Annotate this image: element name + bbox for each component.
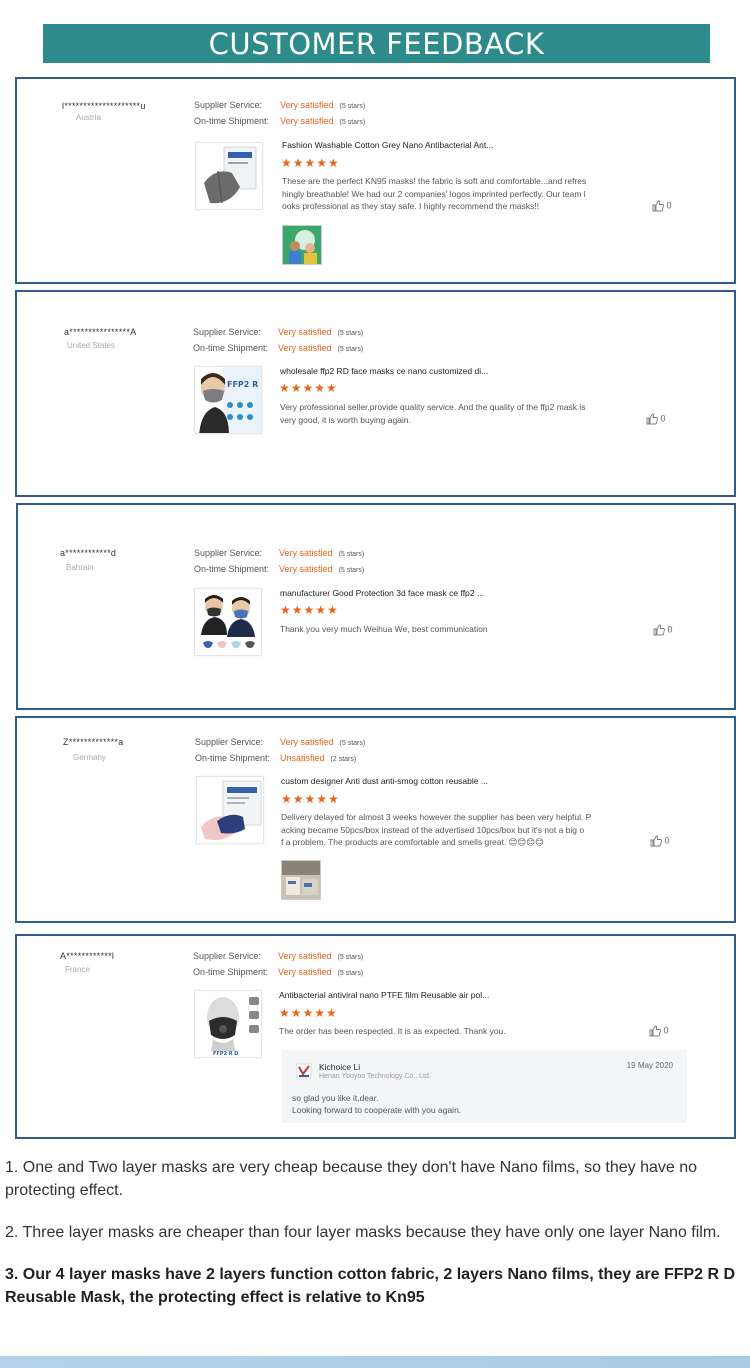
note-item: 1. One and Two layer masks are very chea… [5,1159,698,1199]
product-thumbnail[interactable] [196,776,264,844]
reviewer-name: l********************u [62,101,146,111]
like-button[interactable]: 0 [646,413,666,425]
supplier-reply: Kichoice Li Henan Ybuyoo Technology Co.,… [282,1050,687,1123]
page-title-banner: CUSTOMER FEEDBACK [43,24,710,63]
product-thumbnail[interactable] [195,142,263,210]
thumbs-up-icon [649,1025,661,1037]
supplier-service-label: Supplier Service: [193,327,262,337]
reviewer-name: a****************A [64,327,137,337]
reply-text: so glad you like it,dear. Looking forwar… [292,1093,462,1115]
note-item: 2. Three layer masks are cheaper than fo… [5,1224,721,1241]
review-star-rating: ★★★★★ [281,792,340,806]
ontime-shipment-label: On-time Shipment: [194,116,270,126]
pink-cotton-mask-icon [201,780,262,840]
shipment-rating: Very satisfied (5 stars) [278,343,364,353]
review-text: These are the perfect KN95 masks! the fa… [282,176,587,211]
supplier-rating: Very satisfied (5 stars) [279,548,365,558]
review-card [15,290,736,497]
product-thumbnail[interactable]: FFP2 R D [194,990,262,1058]
customer-photo[interactable] [281,860,321,900]
supplier-service-label: Supplier Service: [194,548,263,558]
like-button[interactable]: 0 [653,624,673,636]
product-thumbnail[interactable] [194,588,262,656]
supplier-rating: Very satisfied (5 stars) [280,100,366,110]
ontime-shipment-label: On-time Shipment: [195,753,271,763]
note-item: 3. Our 4 layer masks have 2 layers funct… [5,1266,736,1306]
shipment-rating: Very satisfied (5 stars) [279,564,365,574]
reviewer-country: France [65,965,90,974]
review-star-rating: ★★★★★ [279,1006,338,1020]
supplier-logo-icon [296,1063,312,1079]
supplier-rating: Very satisfied (5 stars) [278,327,364,337]
bottom-divider-bar [0,1356,750,1368]
reviewer-name: a************d [60,548,117,558]
like-count: 0 [664,835,670,846]
thumbs-up-icon [646,413,658,425]
review-star-rating: ★★★★★ [280,603,339,617]
product-thumb-label: FFP2 R D [213,1051,238,1057]
review-text: Delivery delayed for almost 3 weeks howe… [281,812,592,847]
product-title[interactable]: Antibacterial antiviral nano PTFE film R… [279,990,489,1000]
grey-mask-product-icon [204,146,257,204]
ptfe-mask-head-icon: FFP2 R D [207,997,259,1057]
review-text: The order has been respected. It is as e… [279,1026,506,1036]
reply-author: Kichoice Li [319,1062,361,1072]
review-star-rating: ★★★★★ [281,156,340,170]
customer-photo-image [283,226,321,264]
ontime-shipment-label: On-time Shipment: [194,564,270,574]
customer-photo[interactable] [282,225,322,265]
supplier-rating: Very satisfied (5 stars) [280,737,366,747]
product-title[interactable]: custom designer Anti dust anti-smog cott… [281,776,488,786]
shipment-rating: Very satisfied (5 stars) [278,967,364,977]
supplier-rating: Very satisfied (5 stars) [278,951,364,961]
like-button[interactable]: 0 [652,200,672,212]
reply-date: 19 May 2020 [626,1061,673,1070]
thumbs-up-icon [652,200,664,212]
reviewer-name: Z*************a [63,737,124,747]
like-count: 0 [666,200,672,211]
review-text: Very professional seller,provide quality… [280,402,586,425]
reviewer-country: Bahrain [66,563,94,572]
shipment-rating: Very satisfied (5 stars) [280,116,366,126]
product-thumb-label: FFP2 R D [227,380,262,389]
like-button[interactable]: 0 [649,1025,669,1037]
shipment-rating: Unsatisfied (2 stars) [280,753,357,763]
review-text: Thank you very much Weihua We, best comm… [280,624,488,634]
thumbs-up-icon [653,624,665,636]
product-title[interactable]: Fashion Washable Cotton Grey Nano Antiba… [282,140,493,150]
page-title: CUSTOMER FEEDBACK [208,27,545,61]
3d-face-mask-models-icon [201,595,255,648]
supplier-service-label: Supplier Service: [193,951,262,961]
ffp2-mask-model-icon: FFP2 R D [199,367,262,433]
reviewer-country: United States [67,341,116,350]
like-count: 0 [663,1025,669,1036]
product-title[interactable]: manufacturer Good Protection 3d face mas… [280,588,484,598]
supplier-service-label: Supplier Service: [194,100,263,110]
like-count: 0 [667,624,673,635]
reviewer-country: Austria [76,113,101,122]
product-thumbnail[interactable]: FFP2 R D [194,366,262,434]
customer-photo-image [282,861,320,899]
thumbs-up-icon [650,835,662,847]
supplier-service-label: Supplier Service: [195,737,264,747]
like-button[interactable]: 0 [650,835,670,847]
ontime-shipment-label: On-time Shipment: [193,967,269,977]
reviewer-name: A************l [60,951,115,961]
review-card [16,503,736,710]
reply-company: Henan Ybuyoo Technology Co., Ltd. [319,1073,431,1080]
like-count: 0 [660,413,666,424]
ontime-shipment-label: On-time Shipment: [193,343,269,353]
product-title[interactable]: wholesale ffp2 RD face masks ce nano cus… [280,366,488,376]
product-notes: 1. One and Two layer masks are very chea… [5,1156,740,1328]
reviewer-country: Germany [73,753,106,762]
review-star-rating: ★★★★★ [279,381,338,395]
